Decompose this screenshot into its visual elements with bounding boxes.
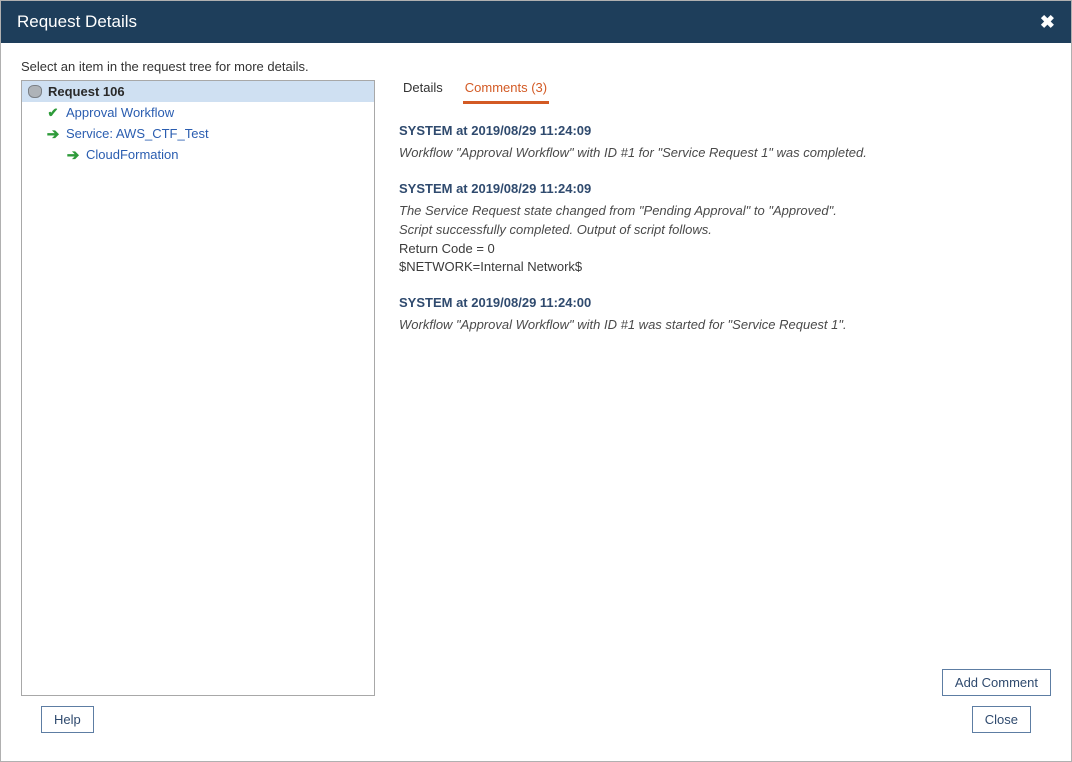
request-details-dialog: Request Details ✖ Select an item in the … <box>0 0 1072 762</box>
comment-line: $NETWORK=Internal Network$ <box>399 258 1051 277</box>
close-icon[interactable]: ✖ <box>1040 12 1055 33</box>
tab-comments[interactable]: Comments (3) <box>463 80 549 104</box>
tree-item-service[interactable]: ➔ Service: AWS_CTF_Test <box>22 123 374 144</box>
tree-root-request[interactable]: Request 106 <box>22 81 374 102</box>
comment-header: SYSTEM at 2019/08/29 11:24:00 <box>399 295 1051 310</box>
detail-footer: Add Comment <box>399 665 1051 696</box>
comment-header: SYSTEM at 2019/08/29 11:24:09 <box>399 181 1051 196</box>
tree-item-approval-workflow[interactable]: ✔ Approval Workflow <box>22 102 374 123</box>
tree-root-label: Request 106 <box>48 84 125 99</box>
detail-panel: Details Comments (3) SYSTEM at 2019/08/2… <box>399 80 1051 696</box>
comment-block: SYSTEM at 2019/08/29 11:24:09 Workflow "A… <box>399 123 1051 163</box>
comment-line: Return Code = 0 <box>399 240 1051 259</box>
check-icon: ✔ <box>46 106 60 120</box>
arrow-right-icon: ➔ <box>66 148 80 162</box>
comment-block: SYSTEM at 2019/08/29 11:24:09 The Service… <box>399 181 1051 277</box>
comment-line: Script successfully completed. Output of… <box>399 221 1051 240</box>
tree-item-label: CloudFormation <box>86 147 179 162</box>
help-button[interactable]: Help <box>41 706 94 733</box>
main-row: Request 106 ✔ Approval Workflow ➔ Servic… <box>21 80 1051 696</box>
close-button[interactable]: Close <box>972 706 1031 733</box>
tab-strip: Details Comments (3) <box>399 80 1051 105</box>
tree-item-cloudformation[interactable]: ➔ CloudFormation <box>22 144 374 165</box>
tree-item-label: Approval Workflow <box>66 105 174 120</box>
dialog-body: Select an item in the request tree for m… <box>1 43 1071 761</box>
comment-line: The Service Request state changed from "… <box>399 202 1051 221</box>
comment-header: SYSTEM at 2019/08/29 11:24:09 <box>399 123 1051 138</box>
comment-line: Workflow "Approval Workflow" with ID #1 … <box>399 144 1051 163</box>
title-bar: Request Details ✖ <box>1 1 1071 43</box>
add-comment-button[interactable]: Add Comment <box>942 669 1051 696</box>
comments-list: SYSTEM at 2019/08/29 11:24:09 Workflow "A… <box>399 123 1051 665</box>
comment-block: SYSTEM at 2019/08/29 11:24:00 Workflow "A… <box>399 295 1051 335</box>
request-icon <box>28 85 42 99</box>
tab-details[interactable]: Details <box>401 80 445 104</box>
tree-item-label: Service: AWS_CTF_Test <box>66 126 209 141</box>
arrow-right-icon: ➔ <box>46 127 60 141</box>
instruction-text: Select an item in the request tree for m… <box>21 59 1051 74</box>
request-tree[interactable]: Request 106 ✔ Approval Workflow ➔ Servic… <box>21 80 375 696</box>
dialog-footer: Help Close <box>21 696 1051 749</box>
comment-line: Workflow "Approval Workflow" with ID #1 … <box>399 316 1051 335</box>
dialog-title: Request Details <box>17 12 137 32</box>
